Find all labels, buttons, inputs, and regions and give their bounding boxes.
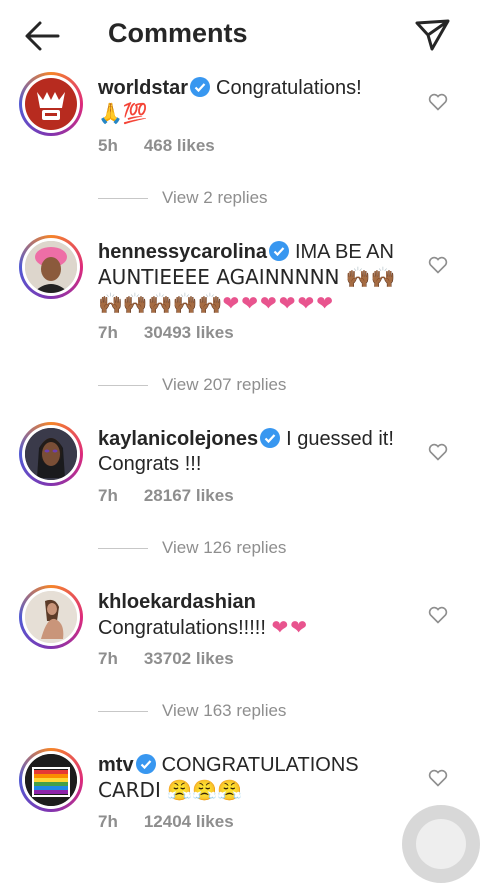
likes-count[interactable]: 12404 likes xyxy=(144,812,234,831)
avatar[interactable] xyxy=(19,72,83,136)
avatar[interactable] xyxy=(19,422,83,486)
floating-button[interactable] xyxy=(402,805,480,883)
heart-outline-icon[interactable] xyxy=(428,606,448,624)
username[interactable]: mtv xyxy=(98,754,134,776)
view-replies-button[interactable]: View 126 replies xyxy=(98,538,286,558)
back-arrow-icon[interactable] xyxy=(22,18,62,54)
comment-text: mtv CONGRATULATIONS CARDI 😤😤😤 xyxy=(98,754,359,802)
comment-meta: 7h 33702 likes xyxy=(98,649,234,668)
username[interactable]: kaylanicolejones xyxy=(98,428,258,450)
verified-icon xyxy=(260,428,281,448)
username[interactable]: worldstar xyxy=(98,77,188,99)
username[interactable]: khloekardashian xyxy=(98,591,256,613)
comment-text: kaylanicolejones I guessed it! Congrats !… xyxy=(98,428,394,475)
view-replies-button[interactable]: View 207 replies xyxy=(98,375,286,395)
avatar[interactable] xyxy=(19,235,83,299)
heart-outline-icon[interactable] xyxy=(428,256,448,274)
comment-meta: 7h 30493 likes xyxy=(98,323,234,342)
heart-outline-icon[interactable] xyxy=(428,769,448,787)
send-icon[interactable] xyxy=(412,15,452,55)
heart-outline-icon[interactable] xyxy=(428,93,448,111)
comment-text: hennessycarolina IMA BE AN AUNTIEEEE AGAI… xyxy=(98,241,396,315)
likes-count[interactable]: 33702 likes xyxy=(144,649,234,668)
comment-meta: 7h 28167 likes xyxy=(98,486,234,505)
verified-icon xyxy=(135,754,156,774)
view-replies-button[interactable]: View 163 replies xyxy=(98,701,286,721)
comment-meta: 7h 12404 likes xyxy=(98,812,234,831)
comment-meta: 5h 468 likes xyxy=(98,136,215,155)
likes-count[interactable]: 30493 likes xyxy=(144,323,234,342)
heart-outline-icon[interactable] xyxy=(428,443,448,461)
comment-text: worldstar Congratulations! 🙏💯 xyxy=(98,77,362,125)
likes-count[interactable]: 28167 likes xyxy=(144,486,234,505)
username[interactable]: hennessycarolina xyxy=(98,241,267,263)
avatar[interactable] xyxy=(19,585,83,649)
verified-icon xyxy=(268,241,289,261)
comment-text: khloekardashian Congratulations!!!!! ❤❤ xyxy=(98,591,309,639)
view-replies-button[interactable]: View 2 replies xyxy=(98,188,268,208)
page-title: Comments xyxy=(108,18,248,48)
header: Comments xyxy=(0,0,480,72)
likes-count[interactable]: 468 likes xyxy=(144,136,215,155)
avatar[interactable] xyxy=(19,748,83,812)
verified-icon xyxy=(190,77,211,97)
